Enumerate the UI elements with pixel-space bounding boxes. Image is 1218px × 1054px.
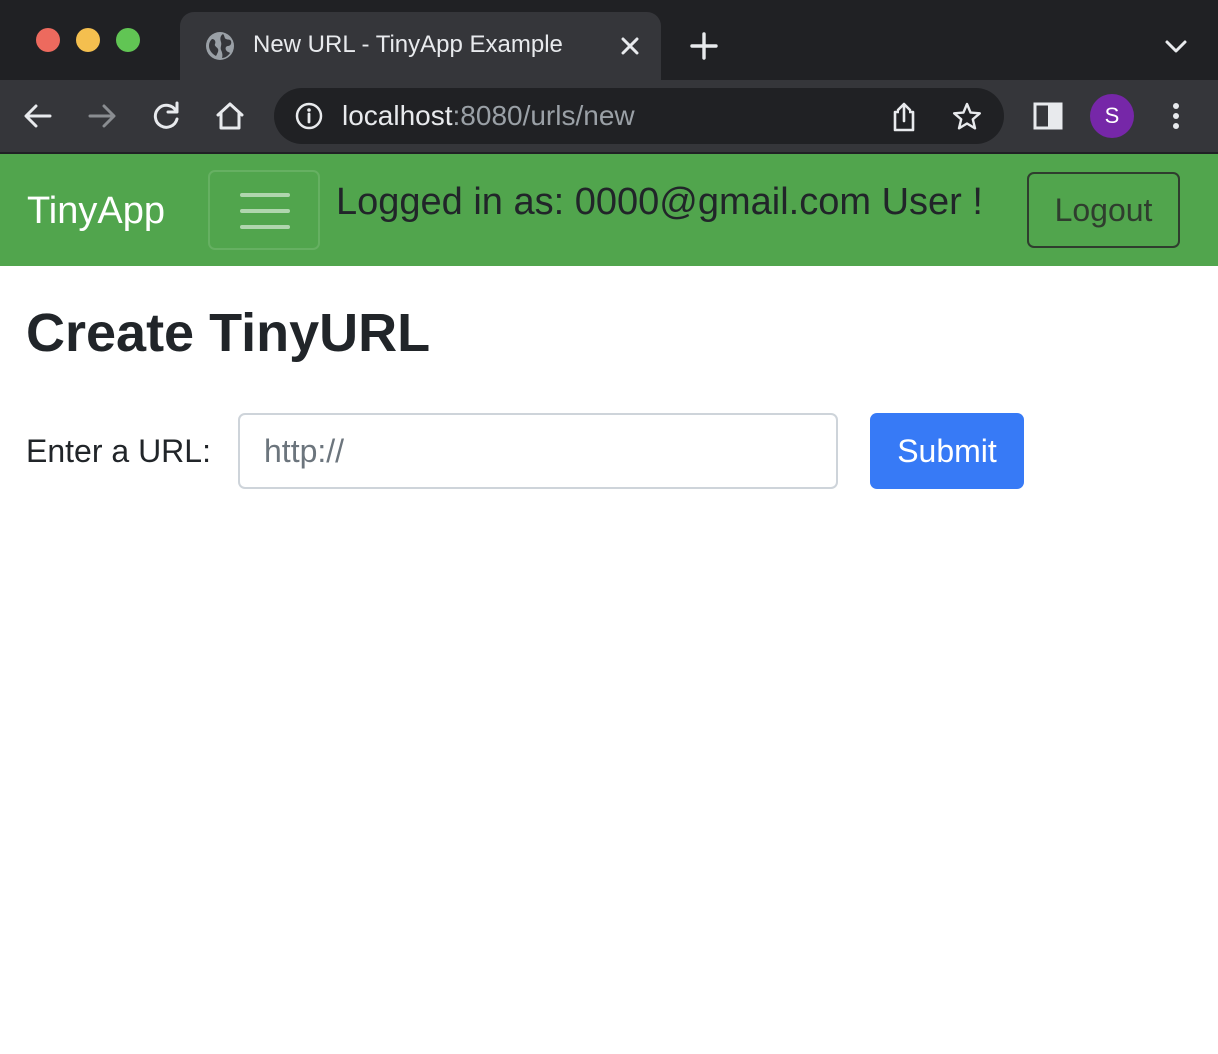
app-navbar: TinyApp Logged in as: 0000@gmail.com Use… [0, 154, 1218, 266]
browser-tabstrip: New URL - TinyApp Example [0, 0, 1218, 80]
browser-tab[interactable]: New URL - TinyApp Example [180, 12, 661, 80]
submit-button[interactable]: Submit [870, 413, 1024, 489]
logged-in-status: Logged in as: 0000@gmail.com User ! [336, 181, 983, 223]
new-tab-plus-icon[interactable] [688, 30, 720, 62]
address-path: :8080/urls/new [452, 100, 635, 131]
logout-button[interactable]: Logout [1027, 172, 1180, 248]
address-url[interactable]: localhost:8080/urls/new [342, 100, 635, 132]
window-minimize-button[interactable] [76, 28, 100, 52]
address-host: localhost [342, 100, 453, 131]
navbar-toggler-button[interactable] [208, 170, 320, 250]
reload-icon[interactable] [149, 99, 183, 133]
more-vert-icon[interactable] [1159, 99, 1193, 133]
brand-link[interactable]: TinyApp [27, 190, 165, 233]
info-icon[interactable] [294, 101, 324, 131]
share-icon[interactable] [888, 100, 920, 134]
back-arrow-icon[interactable] [21, 99, 55, 133]
hamburger-icon [240, 193, 290, 197]
hamburger-icon [240, 209, 290, 213]
page-title: Create TinyURL [26, 303, 431, 363]
globe-icon [206, 32, 234, 60]
hamburger-icon [240, 225, 290, 229]
window-zoom-button[interactable] [116, 28, 140, 52]
url-field-label: Enter a URL: [26, 433, 211, 469]
home-icon[interactable] [213, 99, 247, 133]
window-close-button[interactable] [36, 28, 60, 52]
browser-toolbar: localhost:8080/urls/new S [0, 80, 1218, 153]
side-panel-icon[interactable] [1031, 99, 1065, 133]
url-input[interactable] [238, 413, 838, 489]
address-bar[interactable]: localhost:8080/urls/new [274, 88, 1004, 144]
tab-search-chevron-icon[interactable] [1162, 34, 1190, 58]
forward-arrow-icon[interactable] [85, 99, 119, 133]
close-icon[interactable] [615, 31, 645, 61]
star-icon[interactable] [950, 100, 984, 134]
avatar[interactable]: S [1090, 94, 1134, 138]
tab-title: New URL - TinyApp Example [253, 31, 563, 58]
